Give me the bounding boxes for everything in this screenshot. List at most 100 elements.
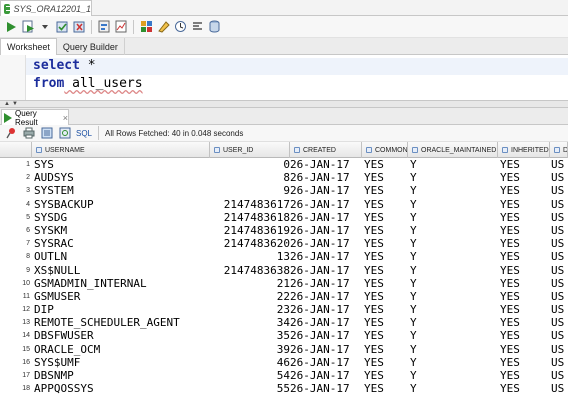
cell-username[interactable]: DBSNMP [34, 369, 209, 382]
column-header-username[interactable]: USERNAME [32, 142, 210, 158]
cell-user-id[interactable]: 46 [210, 356, 290, 369]
rollback-icon[interactable] [72, 20, 86, 34]
cell-oracle-maintained[interactable]: Y [410, 382, 490, 395]
cell-common[interactable]: YES [364, 290, 404, 303]
cell-common[interactable]: YES [364, 277, 404, 290]
cell-d[interactable]: US [551, 211, 568, 224]
cell-created[interactable]: 26-JAN-17 [290, 198, 360, 211]
cell-common[interactable]: YES [364, 382, 404, 395]
collapse-up-icon[interactable]: ▲ [4, 101, 10, 107]
cell-created[interactable]: 26-JAN-17 [290, 290, 360, 303]
cell-common[interactable]: YES [364, 237, 404, 250]
cell-username[interactable]: DBSFWUSER [34, 329, 209, 342]
tab-query-result[interactable]: Query Result × [1, 109, 69, 127]
autotrace-icon[interactable] [114, 20, 128, 34]
explain-plan-icon[interactable] [97, 20, 111, 34]
cell-common[interactable]: YES [364, 356, 404, 369]
cell-created[interactable]: 26-JAN-17 [290, 158, 360, 171]
commit-icon[interactable] [55, 20, 69, 34]
sql-tuning-icon[interactable] [139, 20, 153, 34]
cell-common[interactable]: YES [364, 158, 404, 171]
cell-created[interactable]: 26-JAN-17 [290, 329, 360, 342]
table-row[interactable]: 9 XS$NULL 2147483638 26-JAN-17 YES Y YES US [0, 264, 568, 277]
cell-inherited[interactable]: YES [500, 369, 550, 382]
sql-editor[interactable]: select * from all_users [0, 55, 568, 100]
cell-created[interactable]: 26-JAN-17 [290, 356, 360, 369]
cell-oracle-maintained[interactable]: Y [410, 198, 490, 211]
tab-query-builder[interactable]: Query Builder [57, 38, 125, 55]
cell-common[interactable]: YES [364, 198, 404, 211]
tab-worksheet[interactable]: Worksheet [0, 38, 57, 55]
cell-user-id[interactable]: 54 [210, 369, 290, 382]
editor-line-2[interactable]: from all_users [33, 76, 143, 93]
refresh-icon[interactable] [58, 126, 72, 140]
table-row[interactable]: 6 SYSKM 2147483619 26-JAN-17 YES Y YES US [0, 224, 568, 237]
sql-link[interactable]: SQL [76, 129, 92, 138]
cell-user-id[interactable]: 0 [210, 158, 290, 171]
cell-created[interactable]: 26-JAN-17 [290, 277, 360, 290]
format-icon[interactable] [190, 20, 204, 34]
cell-inherited[interactable]: YES [500, 382, 550, 395]
cell-d[interactable]: US [551, 264, 568, 277]
cell-common[interactable]: YES [364, 184, 404, 197]
cell-inherited[interactable]: YES [500, 237, 550, 250]
cell-d[interactable]: US [551, 158, 568, 171]
connection-tab[interactable]: SYS_ORA12201_1 [0, 0, 92, 16]
table-row[interactable]: 14 DBSFWUSER 35 26-JAN-17 YES Y YES US [0, 329, 568, 342]
pin-icon[interactable] [4, 126, 18, 140]
cell-inherited[interactable]: YES [500, 158, 550, 171]
cell-created[interactable]: 26-JAN-17 [290, 382, 360, 395]
history-icon[interactable] [173, 20, 187, 34]
cell-oracle-maintained[interactable]: Y [410, 158, 490, 171]
cell-user-id[interactable]: 34 [210, 316, 290, 329]
column-header-inherited[interactable]: INHERITED [498, 142, 550, 158]
table-row[interactable]: 15 ORACLE_OCM 39 26-JAN-17 YES Y YES US [0, 343, 568, 356]
cell-username[interactable]: ORACLE_OCM [34, 343, 209, 356]
table-row[interactable]: 8 OUTLN 13 26-JAN-17 YES Y YES US [0, 250, 568, 263]
column-header-created[interactable]: CREATED [290, 142, 362, 158]
table-row[interactable]: 17 DBSNMP 54 26-JAN-17 YES Y YES US [0, 369, 568, 382]
cell-common[interactable]: YES [364, 171, 404, 184]
table-row[interactable]: 12 DIP 23 26-JAN-17 YES Y YES US [0, 303, 568, 316]
cell-d[interactable]: US [551, 343, 568, 356]
table-row[interactable]: 7 SYSRAC 2147483620 26-JAN-17 YES Y YES US [0, 237, 568, 250]
table-row[interactable]: 16 SYS$UMF 46 26-JAN-17 YES Y YES US [0, 356, 568, 369]
cell-created[interactable]: 26-JAN-17 [290, 224, 360, 237]
table-row[interactable]: 18 APPQOSSYS 55 26-JAN-17 YES Y YES US [0, 382, 568, 395]
cell-d[interactable]: US [551, 237, 568, 250]
cell-username[interactable]: XS$NULL [34, 264, 209, 277]
editor-line-1[interactable]: select * [26, 58, 568, 75]
cell-oracle-maintained[interactable]: Y [410, 316, 490, 329]
cell-username[interactable]: SYSBACKUP [34, 198, 209, 211]
cell-user-id[interactable]: 23 [210, 303, 290, 316]
cell-d[interactable]: US [551, 369, 568, 382]
cell-oracle-maintained[interactable]: Y [410, 237, 490, 250]
cell-username[interactable]: SYS [34, 158, 209, 171]
cell-inherited[interactable]: YES [500, 277, 550, 290]
cell-user-id[interactable]: 55 [210, 382, 290, 395]
cell-inherited[interactable]: YES [500, 303, 550, 316]
collapse-down-icon[interactable]: ▼ [12, 101, 18, 107]
column-header-user-id[interactable]: USER_ID [210, 142, 290, 158]
cell-inherited[interactable]: YES [500, 316, 550, 329]
cell-created[interactable]: 26-JAN-17 [290, 250, 360, 263]
run-script-icon[interactable] [21, 20, 35, 34]
cell-username[interactable]: DIP [34, 303, 209, 316]
cell-oracle-maintained[interactable]: Y [410, 303, 490, 316]
cell-d[interactable]: US [551, 277, 568, 290]
cell-username[interactable]: AUDSYS [34, 171, 209, 184]
cell-user-id[interactable]: 2147483618 [210, 211, 290, 224]
cell-inherited[interactable]: YES [500, 198, 550, 211]
clear-icon[interactable] [156, 20, 170, 34]
cell-d[interactable]: US [551, 316, 568, 329]
cell-user-id[interactable]: 8 [210, 171, 290, 184]
cell-user-id[interactable]: 13 [210, 250, 290, 263]
print-icon[interactable] [22, 126, 36, 140]
cell-inherited[interactable]: YES [500, 290, 550, 303]
cell-d[interactable]: US [551, 224, 568, 237]
cell-inherited[interactable]: YES [500, 211, 550, 224]
column-header-oracle-maintained[interactable]: ORACLE_MAINTAINED [408, 142, 498, 158]
cell-common[interactable]: YES [364, 250, 404, 263]
cell-user-id[interactable]: 2147483620 [210, 237, 290, 250]
cell-created[interactable]: 26-JAN-17 [290, 211, 360, 224]
